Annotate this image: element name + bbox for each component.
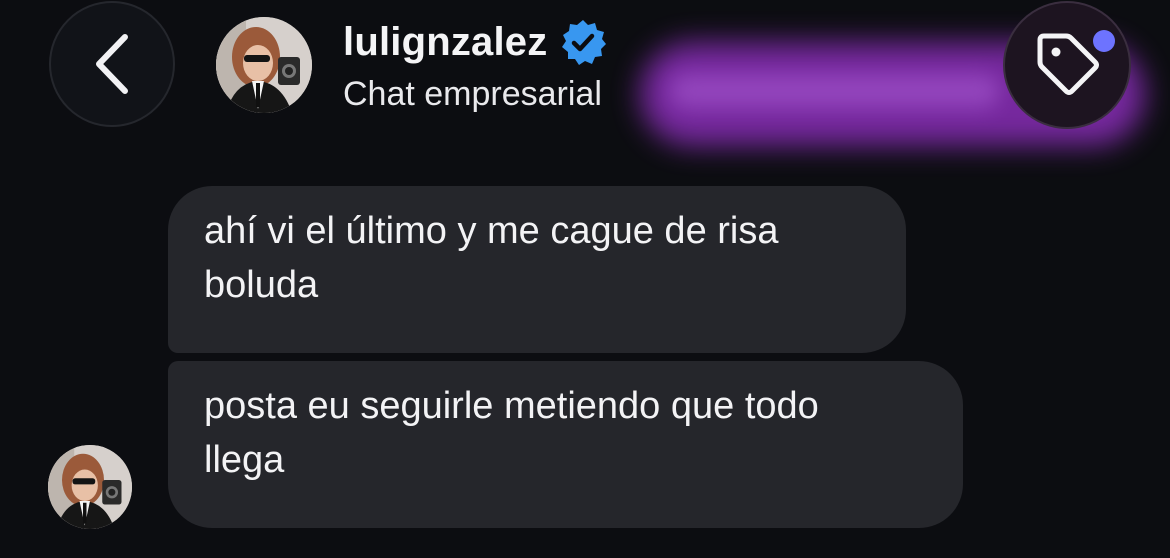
message-bubble[interactable]: posta eu seguirle metiendo que todo lleg…: [168, 361, 963, 528]
verified-badge-icon: [562, 20, 607, 65]
chat-type-subtitle: Chat empresarial: [343, 75, 602, 113]
blurred-preview-text: [670, 74, 1000, 108]
message-line: llega: [204, 439, 285, 481]
tag-icon: [1037, 33, 1099, 95]
message-line: ahí vi el último y me cague de risa: [204, 210, 779, 252]
message-line: boluda: [204, 264, 319, 306]
sender-avatar[interactable]: [48, 445, 132, 529]
profile-name-row[interactable]: lulignzalez: [343, 16, 607, 68]
message-line: posta eu seguirle metiendo que todo: [204, 385, 819, 427]
label-button[interactable]: [1003, 1, 1131, 129]
message-bubble[interactable]: ahí vi el último y me cague de risa bolu…: [168, 186, 906, 353]
chat-screen: lulignzalez Chat empresarial ahí vi el ú…: [0, 0, 1170, 558]
profile-avatar[interactable]: [216, 17, 312, 113]
chevron-left-icon: [96, 34, 128, 94]
notification-dot: [1093, 30, 1115, 52]
back-button[interactable]: [49, 1, 175, 127]
profile-username: lulignzalez: [343, 19, 548, 64]
